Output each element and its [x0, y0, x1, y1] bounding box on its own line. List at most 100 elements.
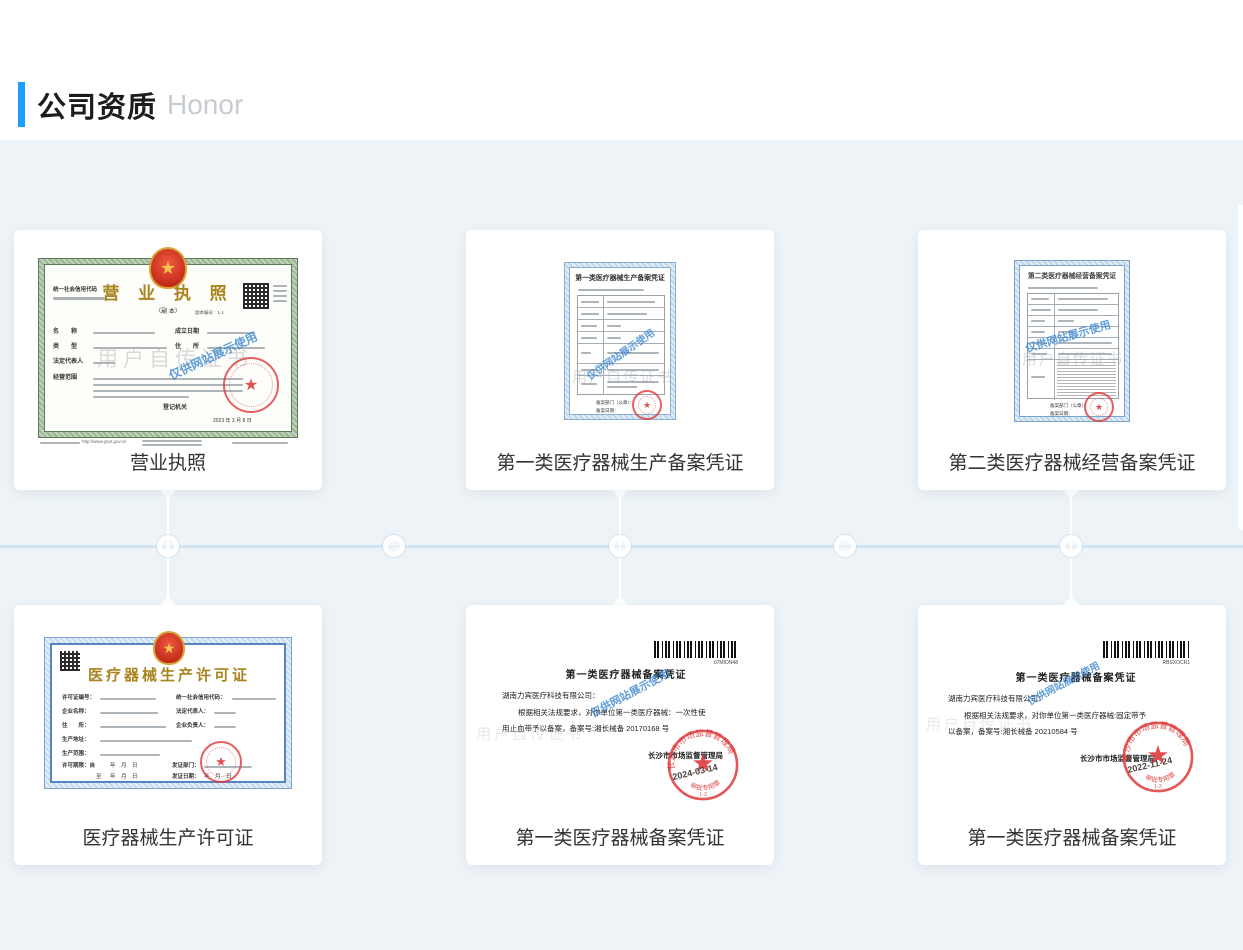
field-value-blur — [100, 726, 166, 728]
record-inner: 第一类医疗器械生产备案凭证 备案部门（公章）： 备案日期： ★ 仅供网站 — [569, 267, 671, 415]
field-manager: 企业负责人： — [176, 723, 209, 730]
field-legal-label: 法定代表人 — [53, 359, 83, 367]
micro-text-blur — [273, 295, 287, 297]
field-addr: 住 所： — [62, 723, 90, 730]
honor-section: ★ 统一社会信用代码 营 业 执 照 （副 本） 副本编号：1-1 名 称 类 … — [0, 140, 1243, 950]
field-value-blur — [93, 384, 243, 386]
barcode-text: RBSXOCR1 — [1103, 660, 1190, 666]
timeline-node — [157, 535, 179, 557]
field-term: 许可期限：自 — [62, 763, 95, 770]
field-value-blur — [100, 740, 192, 742]
license-copy-label: （副 本） — [45, 309, 291, 317]
footer-blur — [142, 440, 202, 442]
field-estab-label: 成立日期 — [175, 329, 199, 337]
section-title: 公司资质 — [37, 84, 157, 126]
barcode-text: 07MION48 — [654, 660, 738, 666]
timeline-node — [383, 535, 405, 557]
field-uscc: 统一社会信用代码： — [176, 695, 226, 702]
card-notch — [1063, 596, 1079, 605]
record-dept-line: 备案部门（公章）： — [1050, 403, 1088, 409]
seal-stamp-icon: ★ — [223, 357, 279, 413]
field-scope-label: 经营范围 — [53, 375, 77, 383]
card-notch — [612, 596, 628, 605]
field-value-blur — [232, 698, 276, 700]
field-license-no: 许可证编号： — [62, 695, 95, 702]
record-subline-blur — [1028, 287, 1098, 289]
field-value-blur — [100, 712, 158, 714]
record-subline-blur — [578, 289, 644, 291]
national-emblem-icon: ★ — [153, 631, 185, 665]
section-header: 公司资质 Honor — [18, 82, 243, 127]
license-inner: ★ 医疗器械生产许可证 许可证编号： 统一社会信用代码： 企业名称： 法定代表人… — [50, 643, 286, 783]
qr-code-icon — [243, 283, 269, 309]
record-title: 第二类医疗器械经营备案凭证 — [1020, 273, 1124, 281]
card-caption: 第一类医疗器械备案凭证 — [918, 823, 1226, 850]
record-date-line: 备案日期： — [1050, 411, 1073, 417]
field-type-label: 类 型 — [53, 344, 77, 352]
card-notch — [1063, 490, 1079, 499]
card-notch — [160, 490, 176, 499]
field-prod-addr: 生产地址： — [62, 737, 90, 744]
field-issue-date: 发证日期： — [172, 774, 200, 781]
right-edge-sliver — [1238, 205, 1243, 530]
micro-text-blur — [273, 300, 287, 302]
user-upload-watermark: 用户自传证书 — [926, 713, 1034, 734]
section-subtitle: Honor — [167, 89, 243, 121]
field-term2: 至 — [96, 774, 102, 781]
card-class1-record-a[interactable]: 07MION48 第一类医疗器械备案凭证 湖南力宾医疗科技有限公司： 根据相关法… — [466, 605, 774, 865]
card-production-license[interactable]: ★ 医疗器械生产许可证 许可证编号： 统一社会信用代码： 企业名称： 法定代表人… — [14, 605, 322, 865]
doc-line1: 湖南力宾医疗科技有限公司： — [502, 691, 600, 700]
card-caption: 营业执照 — [14, 448, 322, 475]
license-title: 医疗器械生产许可证 — [52, 667, 286, 686]
card-caption: 第二类医疗器械经营备案凭证 — [918, 448, 1226, 475]
field-company: 企业名称： — [62, 709, 90, 716]
svg-text:审批专用章: 审批专用章 — [1144, 769, 1177, 784]
card-caption: 第一类医疗器械生产备案凭证 — [466, 448, 774, 475]
seal-number: 1-3 — [699, 792, 707, 798]
card-caption: 第一类医疗器械备案凭证 — [466, 823, 774, 850]
timeline-node — [834, 535, 856, 557]
micro-text-blur — [273, 290, 287, 292]
seal-stamp-icon: ★ — [632, 390, 662, 420]
card-business-license[interactable]: ★ 统一社会信用代码 营 业 执 照 （副 本） 副本编号：1-1 名 称 类 … — [14, 230, 322, 490]
micro-text-blur — [273, 285, 287, 287]
card-class1-record-b[interactable]: RBSXOCR1 第一类医疗器械备案凭证 湖南力宾医疗科技有限公司： 根据相关法… — [918, 605, 1226, 865]
license-footer-url: http://www.gsxt.gov.cn — [82, 439, 126, 445]
field-value-blur — [100, 698, 156, 700]
card-class1-production-record[interactable]: 第一类医疗器械生产备案凭证 备案部门（公章）： 备案日期： ★ 仅供网站 — [466, 230, 774, 490]
timeline-node — [609, 535, 631, 557]
footer-blur — [40, 442, 80, 444]
company-honor-page: 公司资质 Honor ★ 统一社会信用代码 营 业 执 照 （副 — [0, 0, 1243, 950]
svg-text:审批专用章: 审批专用章 — [689, 777, 722, 792]
field-value-blur — [214, 712, 236, 714]
card-notch — [612, 490, 628, 499]
seal-stamp-icon: ★ — [1084, 392, 1114, 422]
field-legal: 法定代表人： — [176, 709, 209, 716]
license-inner: ★ 统一社会信用代码 营 业 执 照 （副 本） 副本编号：1-1 名 称 类 … — [44, 264, 292, 432]
user-upload-watermark: 用户自传证书 — [476, 723, 584, 744]
production-license-photo: ★ 医疗器械生产许可证 许可证编号： 统一社会信用代码： 企业名称： 法定代表人… — [44, 637, 292, 789]
footer-blur — [232, 442, 288, 444]
field-name-label: 名 称 — [53, 329, 77, 337]
field-scope: 生产范围： — [62, 751, 90, 758]
doc-title: 第一类医疗器械备案凭证 — [466, 670, 786, 683]
record-title: 第一类医疗器械生产备案凭证 — [570, 275, 670, 284]
record-cert-photo: 第二类医疗器械经营备案凭证 备案部门（公章）： 备案日期： ★ 仅供网站 — [1014, 260, 1130, 422]
seal-banner-text: 审批专用章 — [689, 777, 722, 792]
record-date-line: 备案日期： — [596, 408, 619, 414]
timeline-node — [1060, 535, 1082, 557]
footer-blur — [142, 444, 202, 446]
field-value-blur — [214, 726, 236, 728]
license-date: 2023 年 3 月 8 日 — [213, 418, 252, 424]
card-class2-business-record[interactable]: 第二类医疗器械经营备案凭证 备案部门（公章）： 备案日期： ★ 仅供网站 — [918, 230, 1226, 490]
business-license-photo: ★ 统一社会信用代码 营 业 执 照 （副 本） 副本编号：1-1 名 称 类 … — [38, 258, 298, 438]
license-copy-no: 副本编号：1-1 — [195, 310, 224, 316]
field-value-blur — [93, 378, 243, 380]
barcode — [1103, 641, 1190, 658]
seal-number: 1-3 — [1154, 784, 1162, 790]
field-term2-ymd: 年 月 日 — [110, 774, 138, 781]
field-value-blur — [93, 396, 189, 398]
barcode — [654, 641, 738, 658]
record-dept-line: 备案部门（公章）： — [596, 400, 634, 406]
record-cert-photo: 第一类医疗器械生产备案凭证 备案部门（公章）： 备案日期： ★ 仅供网站 — [564, 262, 676, 420]
